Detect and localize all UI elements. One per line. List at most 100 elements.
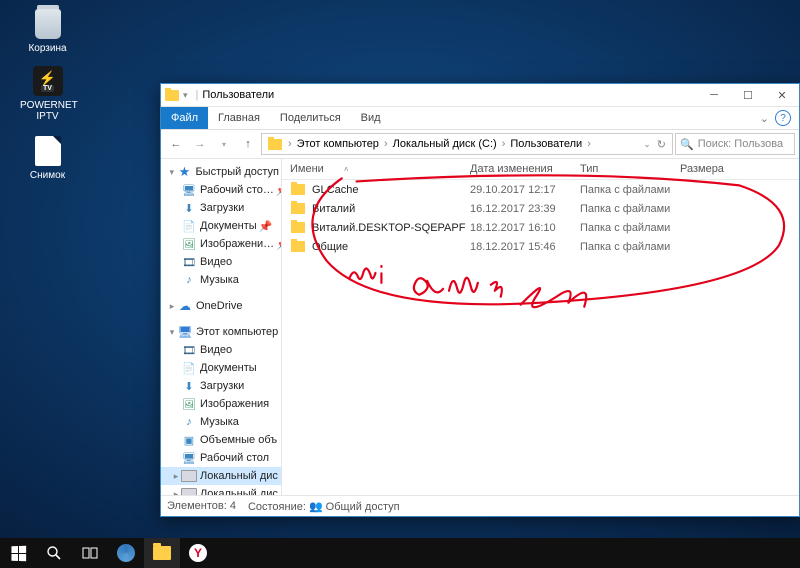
tab-file[interactable]: Файл <box>161 107 208 129</box>
star-icon: ★ <box>176 164 192 180</box>
drive-icon <box>181 486 197 495</box>
file-explorer-window: ▾ | Пользователи ─ ☐ ✕ Файл Главная Поде… <box>160 83 800 517</box>
search-input[interactable]: 🔍 Поиск: Пользова <box>675 133 795 155</box>
nav-pc-music[interactable]: ♪Музыка <box>161 413 281 431</box>
nav-onedrive[interactable]: ▸☁OneDrive <box>161 297 281 315</box>
videos-icon: 🎞 <box>181 254 197 270</box>
nav-videos[interactable]: 🎞Видео <box>161 253 281 271</box>
taskbar-file-explorer[interactable] <box>144 538 180 568</box>
nav-pc-3dobjects[interactable]: ▣Объемные объ <box>161 431 281 449</box>
forward-button[interactable]: → <box>189 133 211 155</box>
tab-view[interactable]: Вид <box>351 107 391 129</box>
column-name[interactable]: Имени˄ <box>290 163 470 175</box>
folder-icon <box>153 546 171 560</box>
column-headers: Имени˄ Дата изменения Тип Размера <box>282 159 799 180</box>
file-date: 16.12.2017 23:39 <box>470 203 580 215</box>
nav-quick-access[interactable]: ▾★Быстрый доступ <box>161 163 281 181</box>
nav-pc-documents[interactable]: 📄Документы <box>161 359 281 377</box>
file-name: GLCache <box>312 184 470 196</box>
folder-row[interactable]: Общие 18.12.2017 15:46 Папка с файлами <box>282 237 799 256</box>
history-dropdown[interactable]: ▾ <box>213 133 235 155</box>
folder-icon <box>290 182 306 198</box>
back-button[interactable]: ← <box>165 133 187 155</box>
column-date[interactable]: Дата изменения <box>470 163 580 175</box>
column-type[interactable]: Тип <box>580 163 680 175</box>
drive-icon <box>181 468 197 484</box>
desktop[interactable]: Корзина ⚡TV POWERNET IPTV Снимок ▾ | Пол… <box>0 0 800 568</box>
iptv-icon: ⚡TV <box>32 65 64 97</box>
nav-downloads[interactable]: ⬇Загрузки <box>161 199 281 217</box>
nav-pc-videos[interactable]: 🎞Видео <box>161 341 281 359</box>
tab-share[interactable]: Поделиться <box>270 107 351 129</box>
taskbar[interactable]: Y <box>0 538 800 568</box>
yandex-icon: Y <box>189 544 207 562</box>
videos-icon: 🎞 <box>181 342 197 358</box>
pictures-icon: 🖼 <box>181 236 197 252</box>
ribbon-tabs: Файл Главная Поделиться Вид ⌄ ? <box>161 107 799 130</box>
folder-icon <box>290 201 306 217</box>
folder-row[interactable]: GLCache 29.10.2017 12:17 Папка с файлами <box>282 180 799 199</box>
task-view-icon <box>82 545 98 561</box>
nav-desktop[interactable]: 🖥Рабочий сто…📌 <box>161 181 281 199</box>
refresh-button[interactable]: ↻ <box>657 138 666 151</box>
desktop-icon-label: Корзина <box>20 43 75 54</box>
folder-row[interactable]: Виталий 16.12.2017 23:39 Папка с файлами <box>282 199 799 218</box>
search-icon: 🔍 <box>680 138 694 151</box>
chevron-right-icon[interactable]: › <box>585 138 593 150</box>
nav-documents[interactable]: 📄Документы📌 <box>161 217 281 235</box>
column-size[interactable]: Размера <box>680 163 740 175</box>
onedrive-icon: ☁ <box>177 298 193 314</box>
taskbar-edge[interactable] <box>108 538 144 568</box>
nav-music[interactable]: ♪Музыка <box>161 271 281 289</box>
tab-home[interactable]: Главная <box>208 107 270 129</box>
nav-local-disk-c[interactable]: ▸Локальный дис <box>161 467 281 485</box>
folder-row[interactable]: Виталий.DESKTOP-SQEPAPF 18.12.2017 16:10… <box>282 218 799 237</box>
breadcrumb-segment[interactable]: Локальный диск (C:) <box>390 138 500 150</box>
navigation-pane[interactable]: ▾★Быстрый доступ 🖥Рабочий сто…📌 ⬇Загрузк… <box>161 159 282 495</box>
maximize-button[interactable]: ☐ <box>731 84 765 106</box>
nav-pictures[interactable]: 🖼Изображени…📌 <box>161 235 281 253</box>
chevron-right-icon[interactable]: › <box>500 138 508 150</box>
taskbar-search-button[interactable] <box>36 538 72 568</box>
file-name: Виталий.DESKTOP-SQEPAPF <box>312 222 470 234</box>
file-name: Общие <box>312 241 470 253</box>
address-bar[interactable]: › Этот компьютер › Локальный диск (C:) ›… <box>261 133 673 155</box>
desktop-icon-label: POWERNET IPTV <box>20 100 75 122</box>
nav-pc-downloads[interactable]: ⬇Загрузки <box>161 377 281 395</box>
breadcrumb-segment[interactable]: Пользователи <box>507 138 585 150</box>
file-type: Папка с файлами <box>580 184 680 196</box>
chevron-right-icon[interactable]: › <box>382 138 390 150</box>
desktop-icon-recycle-bin[interactable]: Корзина <box>20 8 75 54</box>
qat-overflow-icon[interactable]: ▾ <box>183 90 188 101</box>
status-state: Состояние: 👥Общий доступ <box>248 500 400 513</box>
nav-pc-desktop[interactable]: 🖥Рабочий стол <box>161 449 281 467</box>
file-date: 18.12.2017 16:10 <box>470 222 580 234</box>
window-title: Пользователи <box>202 89 274 101</box>
breadcrumb-segment[interactable]: Этот компьютер <box>294 138 382 150</box>
sort-asc-icon: ˄ <box>344 165 349 174</box>
nav-this-pc[interactable]: ▾🖥Этот компьютер <box>161 323 281 341</box>
nav-pc-pictures[interactable]: 🖼Изображения <box>161 395 281 413</box>
separator: | <box>196 89 199 101</box>
taskbar-yandex[interactable]: Y <box>180 538 216 568</box>
chevron-right-icon[interactable]: › <box>286 138 294 150</box>
file-type: Папка с файлами <box>580 222 680 234</box>
up-button[interactable]: ↑ <box>237 133 259 155</box>
folder-icon <box>290 220 306 236</box>
folder-icon <box>268 139 282 150</box>
task-view-button[interactable] <box>72 538 108 568</box>
shared-icon: 👥 <box>309 501 323 513</box>
file-type: Папка с файлами <box>580 241 680 253</box>
status-bar: Элементов: 4 Состояние: 👥Общий доступ <box>161 495 799 516</box>
close-button[interactable]: ✕ <box>765 84 799 106</box>
titlebar[interactable]: ▾ | Пользователи ─ ☐ ✕ <box>161 84 799 107</box>
desktop-icon-iptv[interactable]: ⚡TV POWERNET IPTV <box>20 65 75 122</box>
start-button[interactable] <box>0 538 36 568</box>
minimize-button[interactable]: ─ <box>697 84 731 106</box>
nav-local-disk-d[interactable]: ▸Локальный дис <box>161 485 281 495</box>
ribbon-expand-button[interactable]: ⌄ ? <box>752 107 799 129</box>
file-list-area[interactable]: Имени˄ Дата изменения Тип Размера GLCach… <box>282 159 799 495</box>
desktop-icon-snimok[interactable]: Снимок <box>20 135 75 181</box>
address-dropdown-icon[interactable]: ⌄ <box>643 139 651 150</box>
file-date: 29.10.2017 12:17 <box>470 184 580 196</box>
